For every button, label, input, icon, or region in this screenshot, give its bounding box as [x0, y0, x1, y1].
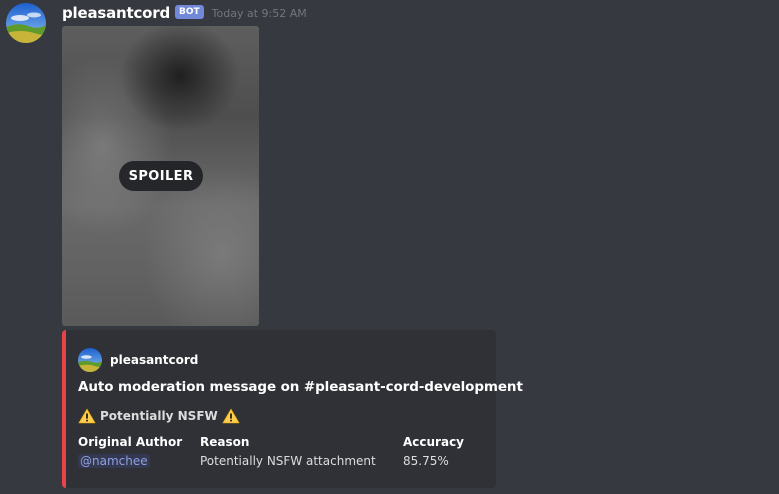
author-avatar — [78, 348, 102, 372]
field-value: @namchee — [78, 454, 182, 468]
field-name: Original Author — [78, 435, 183, 449]
landscape-avatar-icon — [6, 3, 46, 43]
embed-author: pleasantcord — [78, 348, 198, 372]
bot-badge: BOT — [175, 5, 204, 19]
timestamp: Today at 9:52 AM — [211, 6, 307, 20]
embed-description: Potentially NSFW — [78, 408, 240, 424]
field-name: Accuracy — [403, 435, 465, 449]
moderation-embed: pleasantcord Auto moderation message on … — [62, 330, 523, 488]
warning-icon — [222, 408, 240, 424]
field-reason: Reason Potentially NSFW attachment — [200, 435, 376, 468]
field-value: Potentially NSFW attachment — [200, 454, 376, 468]
spoiler-attachment[interactable]: SPOILER — [62, 26, 259, 326]
username[interactable]: pleasantcord — [62, 4, 170, 22]
chat-message: pleasantcord BOT Today at 9:52 AM SPOILE… — [0, 0, 779, 494]
landscape-avatar-icon — [78, 348, 102, 372]
user-mention[interactable]: @namchee — [78, 454, 150, 468]
spoiler-label: SPOILER — [119, 161, 203, 191]
field-original-author: Original Author @namchee — [78, 435, 182, 468]
user-avatar[interactable] — [6, 3, 46, 43]
field-name: Reason — [200, 435, 250, 449]
field-accuracy: Accuracy 85.75% — [403, 435, 464, 468]
embed-author-name: pleasantcord — [110, 353, 199, 367]
embed-description-text: Potentially NSFW — [100, 409, 218, 423]
embed-title: Auto moderation message on #pleasant-cor… — [78, 379, 523, 395]
message-header: pleasantcord BOT Today at 9:52 AM — [62, 3, 307, 23]
field-value: 85.75% — [403, 454, 449, 468]
warning-icon — [78, 408, 96, 424]
